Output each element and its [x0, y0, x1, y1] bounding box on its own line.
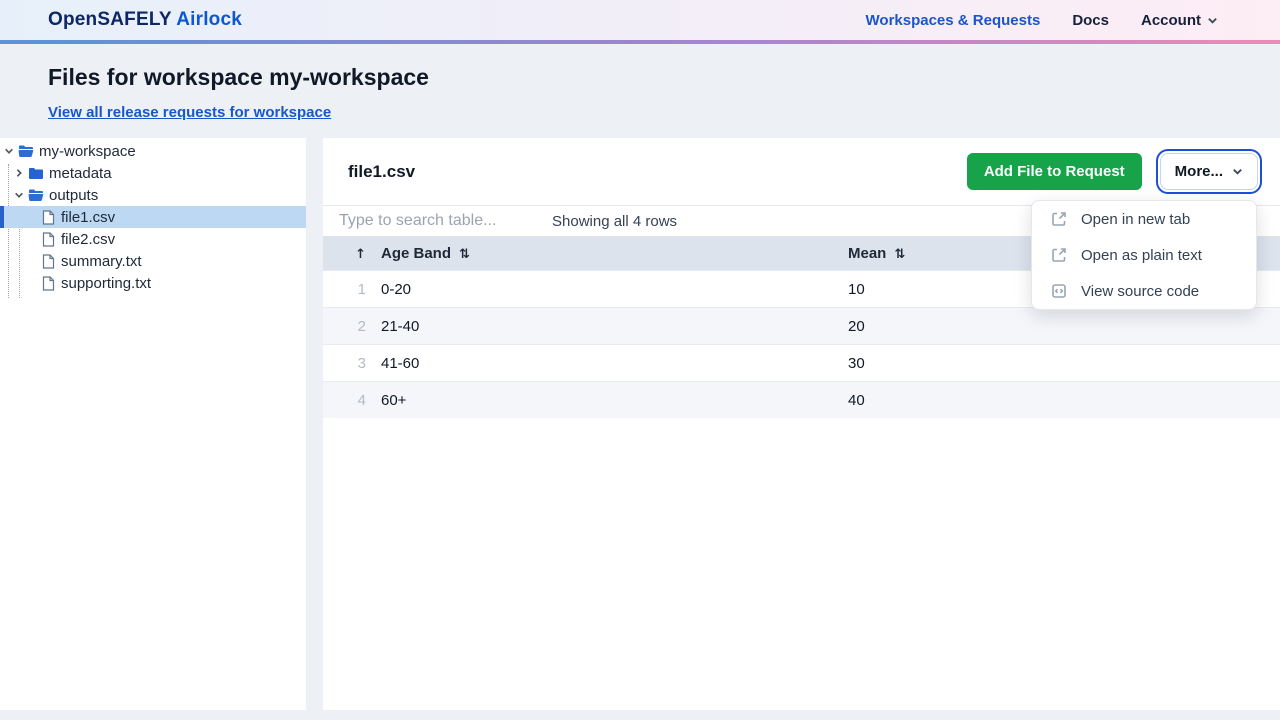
- more-dropdown-menu: Open in new tab Open as plain text View …: [1031, 200, 1257, 310]
- cell-mean: 30: [848, 355, 1280, 372]
- file-icon: [42, 210, 55, 225]
- folder-closed-icon: [28, 166, 44, 180]
- row-number: 3: [323, 355, 381, 372]
- nav-link-docs[interactable]: Docs: [1072, 12, 1109, 29]
- chevron-down-icon: [1207, 15, 1218, 26]
- menu-item-label: Open in new tab: [1081, 211, 1190, 228]
- external-link-icon: [1050, 246, 1068, 264]
- cell-age-band: 0-20: [381, 281, 848, 298]
- tree-item-label: summary.txt: [61, 253, 142, 270]
- brand-secondary: Airlock: [176, 9, 242, 30]
- account-label: Account: [1141, 12, 1201, 29]
- tree-item-metadata[interactable]: metadata: [0, 162, 306, 184]
- menu-item-label: View source code: [1081, 283, 1199, 300]
- cell-age-band: 60+: [381, 392, 848, 409]
- folder-open-icon: [28, 188, 44, 202]
- tree-item-label: file1.csv: [61, 209, 115, 226]
- panel-gap: [306, 138, 323, 710]
- chevron-down-icon: [1232, 166, 1243, 177]
- menu-item-open-in-new-tab[interactable]: Open in new tab: [1032, 201, 1256, 237]
- page-header: Files for workspace my-workspace View al…: [0, 44, 1280, 140]
- tree-item-label: file2.csv: [61, 231, 115, 248]
- tree-item-file2-csv[interactable]: file2.csv: [0, 228, 306, 250]
- table-search-input[interactable]: [339, 212, 544, 230]
- column-header-label: Age Band: [381, 245, 451, 262]
- external-link-icon: [1050, 210, 1068, 228]
- tree-item-label: my-workspace: [39, 143, 136, 160]
- folder-open-icon: [18, 144, 34, 158]
- tree-item-label: outputs: [49, 187, 98, 204]
- top-navbar: OpenSAFELY Airlock Workspaces & Requests…: [0, 0, 1280, 40]
- account-menu-button[interactable]: Account: [1141, 12, 1218, 29]
- tree-item-outputs[interactable]: outputs: [0, 184, 306, 206]
- cell-age-band: 21-40: [381, 318, 848, 335]
- more-button[interactable]: More...: [1160, 153, 1258, 190]
- cell-mean: 40: [848, 392, 1280, 409]
- file-tree: my-workspace metadata outpu: [0, 140, 306, 294]
- tree-item-my-workspace[interactable]: my-workspace: [0, 140, 306, 162]
- table-row[interactable]: 3 41-60 30: [323, 344, 1280, 381]
- rows-status: Showing all 4 rows: [552, 213, 677, 230]
- menu-item-label: Open as plain text: [1081, 247, 1202, 264]
- file-icon: [42, 276, 55, 291]
- sort-both-icon: ⇅: [894, 247, 905, 262]
- chevron-down-icon[interactable]: [13, 189, 25, 201]
- file-icon: [42, 232, 55, 247]
- sort-both-icon: ⇅: [459, 247, 470, 262]
- page-title: Files for workspace my-workspace: [48, 64, 1232, 91]
- navbar-links: Workspaces & Requests Docs Account: [866, 12, 1218, 29]
- header-actions: Add File to Request More...: [967, 153, 1258, 190]
- chevron-down-icon[interactable]: [3, 145, 15, 157]
- page-bottom-margin: [0, 710, 1280, 720]
- cell-age-band: 41-60: [381, 355, 848, 372]
- menu-item-view-source-code[interactable]: View source code: [1032, 273, 1256, 309]
- menu-item-open-as-plain-text[interactable]: Open as plain text: [1032, 237, 1256, 273]
- file-detail-header: file1.csv Add File to Request More...: [323, 138, 1280, 205]
- tree-item-label: metadata: [49, 165, 112, 182]
- column-header-age-band[interactable]: Age Band ⇅: [381, 245, 848, 262]
- add-file-to-request-button[interactable]: Add File to Request: [967, 153, 1142, 190]
- view-release-requests-link[interactable]: View all release requests for workspace: [48, 104, 331, 121]
- row-number: 4: [323, 392, 381, 409]
- row-number: 2: [323, 318, 381, 335]
- file-icon: [42, 254, 55, 269]
- column-header-label: Mean: [848, 245, 886, 262]
- sort-asc-icon: ↑: [355, 247, 366, 262]
- table-row[interactable]: 4 60+ 40: [323, 381, 1280, 418]
- cell-mean: 20: [848, 318, 1280, 335]
- chevron-right-icon[interactable]: [13, 167, 25, 179]
- tree-item-label: supporting.txt: [61, 275, 151, 292]
- nav-link-workspaces[interactable]: Workspaces & Requests: [866, 12, 1041, 29]
- file-title: file1.csv: [348, 162, 415, 182]
- brand-primary: OpenSAFELY: [48, 9, 171, 30]
- source-code-icon: [1050, 282, 1068, 300]
- more-button-label: More...: [1175, 163, 1223, 180]
- tree-item-summary-txt[interactable]: summary.txt: [0, 250, 306, 272]
- table-row[interactable]: 2 21-40 20: [323, 307, 1280, 344]
- file-tree-sidebar: my-workspace metadata outpu: [0, 138, 306, 710]
- tree-item-supporting-txt[interactable]: supporting.txt: [0, 272, 306, 294]
- brand-logo[interactable]: OpenSAFELY Airlock: [48, 9, 242, 31]
- tree-item-file1-csv[interactable]: file1.csv: [0, 206, 306, 228]
- row-number: 1: [323, 281, 381, 298]
- row-number-column-header[interactable]: ↑: [323, 245, 381, 262]
